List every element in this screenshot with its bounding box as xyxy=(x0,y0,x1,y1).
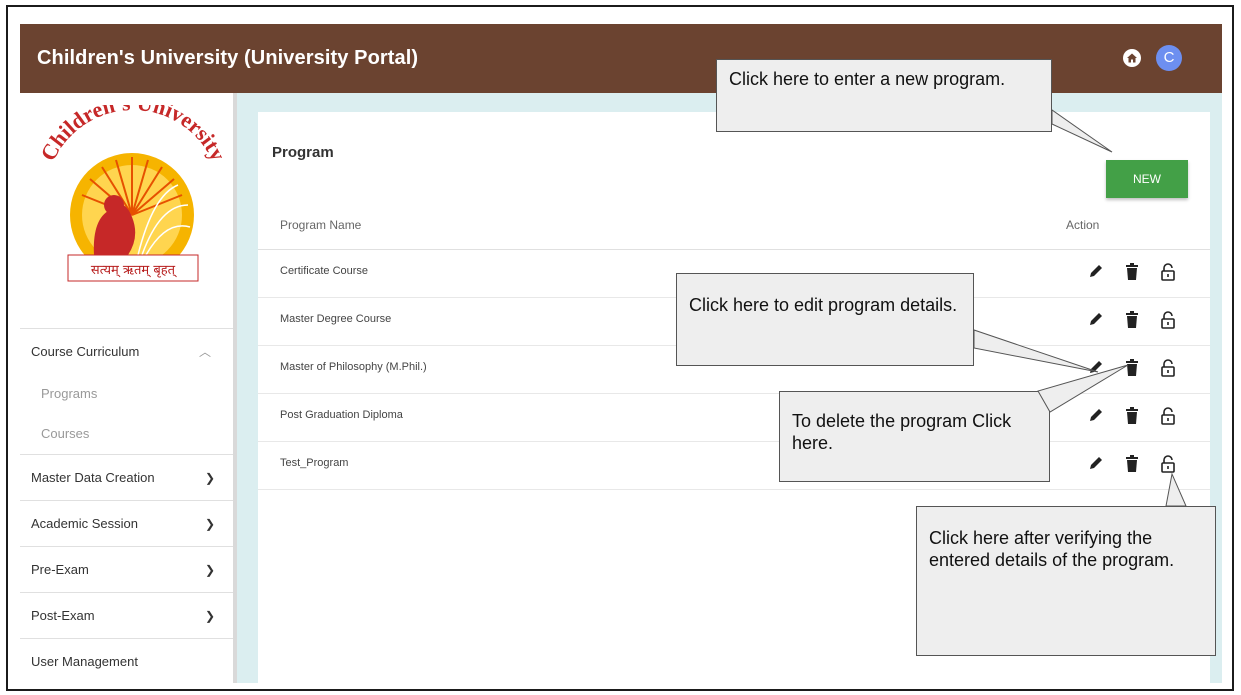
page-title: Program xyxy=(272,144,334,161)
row-actions xyxy=(1088,311,1188,331)
lock-icon[interactable] xyxy=(1160,407,1176,430)
row-actions xyxy=(1088,263,1188,283)
sidebar-item-label: Master Data Creation xyxy=(31,470,155,485)
sidebar-item-post-exam[interactable]: Post-Exam ❯ xyxy=(20,592,233,638)
edit-icon[interactable] xyxy=(1088,407,1104,428)
program-name-cell: Master Degree Course xyxy=(280,313,392,325)
program-name-cell: Master of Philosophy (M.Phil.) xyxy=(280,361,427,373)
callout-new-program: Click here to enter a new program. xyxy=(716,59,1052,132)
callout-edit-program: Click here to edit program details. xyxy=(676,273,974,366)
sidebar-item-course-curriculum[interactable]: Course Curriculum ︿ xyxy=(20,328,233,374)
row-actions xyxy=(1088,359,1188,379)
column-header-program-name: Program Name xyxy=(280,218,362,232)
edit-icon[interactable] xyxy=(1088,455,1104,476)
sidebar-menu: Course Curriculum ︿ Programs Courses Mas… xyxy=(20,328,233,683)
chevron-up-icon: ︿ xyxy=(198,345,211,359)
lock-icon[interactable] xyxy=(1160,311,1176,334)
lock-icon[interactable] xyxy=(1160,455,1176,478)
delete-icon[interactable] xyxy=(1125,407,1139,430)
lock-icon[interactable] xyxy=(1160,263,1176,286)
chevron-down-icon: ❯ xyxy=(204,471,215,485)
sidebar-item-academic-session[interactable]: Academic Session ❯ xyxy=(20,500,233,546)
delete-icon[interactable] xyxy=(1125,311,1139,334)
home-icon[interactable] xyxy=(1122,48,1142,68)
table-row: Post Graduation Diploma xyxy=(258,393,1210,442)
avatar[interactable]: C xyxy=(1156,45,1182,71)
sidebar-item-master-data-creation[interactable]: Master Data Creation ❯ xyxy=(20,454,233,500)
table-header: Program Name Action xyxy=(258,204,1210,250)
edit-icon[interactable] xyxy=(1088,263,1104,284)
sidebar-subitem-programs[interactable]: Programs xyxy=(20,374,233,414)
logo-motto: सत्यम् ऋतम् बृहत् xyxy=(91,263,177,278)
chevron-down-icon: ❯ xyxy=(204,609,215,623)
table-row: Test_Program xyxy=(258,441,1210,490)
lock-icon[interactable] xyxy=(1160,359,1176,382)
delete-icon[interactable] xyxy=(1125,359,1139,382)
sidebar-item-label: User Management xyxy=(31,654,138,669)
sidebar-item-label: Post-Exam xyxy=(31,608,95,623)
new-program-button[interactable]: NEW xyxy=(1106,160,1188,198)
sidebar-item-pre-exam[interactable]: Pre-Exam ❯ xyxy=(20,546,233,592)
row-actions xyxy=(1088,407,1188,427)
sidebar-item-label: Pre-Exam xyxy=(31,562,89,577)
sidebar: Children's University सत्यम् ऋतम् बृहत् … xyxy=(20,93,237,683)
sidebar-item-label: Academic Session xyxy=(31,516,138,531)
callout-delete-program: To delete the program Click here. xyxy=(779,391,1050,482)
sidebar-item-label: Course Curriculum xyxy=(31,344,140,359)
row-actions xyxy=(1088,455,1188,475)
edit-icon[interactable] xyxy=(1088,311,1104,332)
callout-verify-program: Click here after verifying the entered d… xyxy=(916,506,1216,656)
edit-icon[interactable] xyxy=(1088,359,1104,380)
column-header-action: Action xyxy=(1066,218,1100,232)
chevron-down-icon: ❯ xyxy=(204,517,215,531)
delete-icon[interactable] xyxy=(1125,455,1139,478)
sidebar-item-user-management[interactable]: User Management xyxy=(20,638,233,683)
app-title: Children's University (University Portal… xyxy=(37,47,419,69)
program-name-cell: Test_Program xyxy=(280,457,349,469)
delete-icon[interactable] xyxy=(1125,263,1139,286)
sidebar-subitem-courses[interactable]: Courses xyxy=(20,414,233,454)
chevron-down-icon: ❯ xyxy=(204,563,215,577)
program-name-cell: Certificate Course xyxy=(280,265,369,277)
program-name-cell: Post Graduation Diploma xyxy=(280,409,403,421)
university-logo: Children's University सत्यम् ऋतम् बृहत् xyxy=(35,105,231,282)
